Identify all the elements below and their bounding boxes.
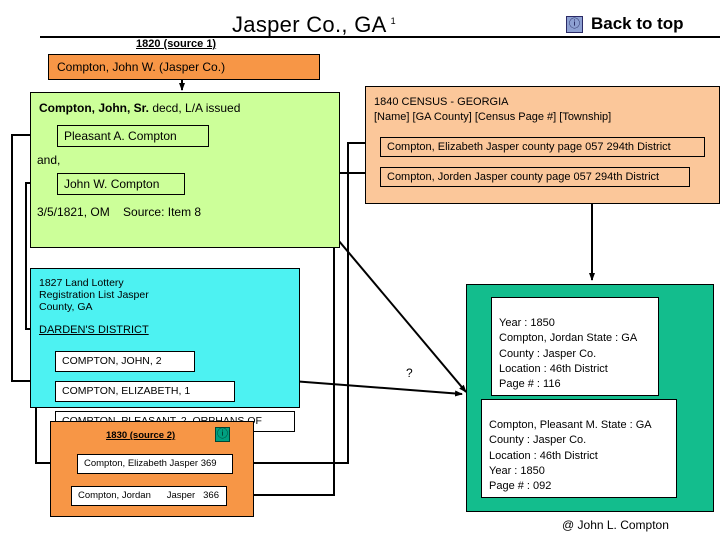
census-1850-record-jordan[interactable]: Year : 1850 Compton, Jordan State : GA C… <box>491 297 659 397</box>
estate-footer: 3/5/1821, OM Source: Item 8 <box>37 205 202 219</box>
census-1850-record-pleasant[interactable]: Compton, Pleasant M. State : GA County :… <box>481 399 677 499</box>
source-2-label[interactable]: 1830 (source 2) <box>106 430 175 441</box>
lottery-entry-john[interactable]: COMPTON, JOHN, 2 <box>55 351 195 372</box>
info-circle-icon[interactable]: ⓘ <box>215 427 230 442</box>
page-title: Jasper Co., GA 1 <box>232 12 396 38</box>
census-1840-row-jorden[interactable]: Compton, Jorden Jasper county page 057 2… <box>380 167 690 187</box>
info-circle-icon: ⓘ <box>566 15 583 33</box>
estate-child-pleasant-label: Pleasant A. Compton <box>64 129 177 143</box>
census-1850-panel: Year : 1850 Compton, Jordan State : GA C… <box>466 284 714 512</box>
lottery-entry-elizabeth-label: COMPTON, ELIZABETH, 1 <box>62 384 191 397</box>
estate-child-johnw-label: John W. Compton <box>64 177 160 191</box>
row-1830-jordan[interactable]: Compton, Jordan Jasper 366 <box>71 486 227 506</box>
box-1830-panel: 1830 (source 2) ⓘ Compton, Elizabeth Jas… <box>50 421 254 517</box>
page-title-superscript: 1 <box>390 15 396 26</box>
estate-heading-name: Compton, John, Sr. <box>39 101 149 115</box>
estate-heading-detail: decd, L/A issued <box>149 101 241 115</box>
estate-panel: Compton, John, Sr. decd, L/A issued Plea… <box>30 92 340 248</box>
row-1830-elizabeth-label: Compton, Elizabeth Jasper 369 <box>84 458 217 470</box>
back-to-top-label: Back to top <box>591 14 684 33</box>
land-lottery-title: 1827 Land Lottery Registration List Jasp… <box>39 277 149 314</box>
row-1830-elizabeth[interactable]: Compton, Elizabeth Jasper 369 <box>77 454 233 474</box>
census-1840-row-elizabeth[interactable]: Compton, Elizabeth Jasper county page 05… <box>380 137 705 157</box>
estate-heading: Compton, John, Sr. decd, L/A issued <box>39 101 240 115</box>
source-1-label[interactable]: 1820 (source 1) <box>136 38 216 50</box>
lottery-entry-elizabeth[interactable]: COMPTON, ELIZABETH, 1 <box>55 381 235 402</box>
page-title-text: Jasper Co., GA <box>232 12 387 37</box>
diagram-canvas: Jasper Co., GA 1 ⓘ Back to top 1820 (sour… <box>0 0 720 540</box>
row-1830-jordan-label: Compton, Jordan Jasper 366 <box>78 490 219 502</box>
footer-credit: @ John L. Compton <box>562 518 669 532</box>
box-1820-entry-label: Compton, John W. (Jasper Co.) <box>57 60 226 74</box>
estate-and-label: and, <box>37 153 61 167</box>
lottery-entry-john-label: COMPTON, JOHN, 2 <box>62 354 162 367</box>
census-1840-panel: 1840 CENSUS - GEORGIA [Name] [GA County]… <box>365 86 720 204</box>
land-lottery-district: DARDEN'S DISTRICT <box>39 324 149 336</box>
census-1840-row-jorden-label: Compton, Jorden Jasper county page 057 2… <box>387 171 660 183</box>
uncertain-link-marker: ? <box>406 366 413 380</box>
back-to-top-link[interactable]: ⓘ Back to top <box>566 14 684 34</box>
census-1850-record-jordan-text: Year : 1850 Compton, Jordan State : GA C… <box>499 317 638 390</box>
estate-child-johnw[interactable]: John W. Compton <box>57 173 185 195</box>
land-lottery-panel: 1827 Land Lottery Registration List Jasp… <box>30 268 300 432</box>
box-1820-entry[interactable]: Compton, John W. (Jasper Co.) <box>48 54 320 80</box>
census-1840-heading: 1840 CENSUS - GEORGIA [Name] [GA County]… <box>374 96 612 123</box>
census-1840-row-elizabeth-label: Compton, Elizabeth Jasper county page 05… <box>387 141 671 153</box>
census-1850-record-pleasant-text: Compton, Pleasant M. State : GA County :… <box>489 419 652 492</box>
estate-child-pleasant[interactable]: Pleasant A. Compton <box>57 125 209 147</box>
